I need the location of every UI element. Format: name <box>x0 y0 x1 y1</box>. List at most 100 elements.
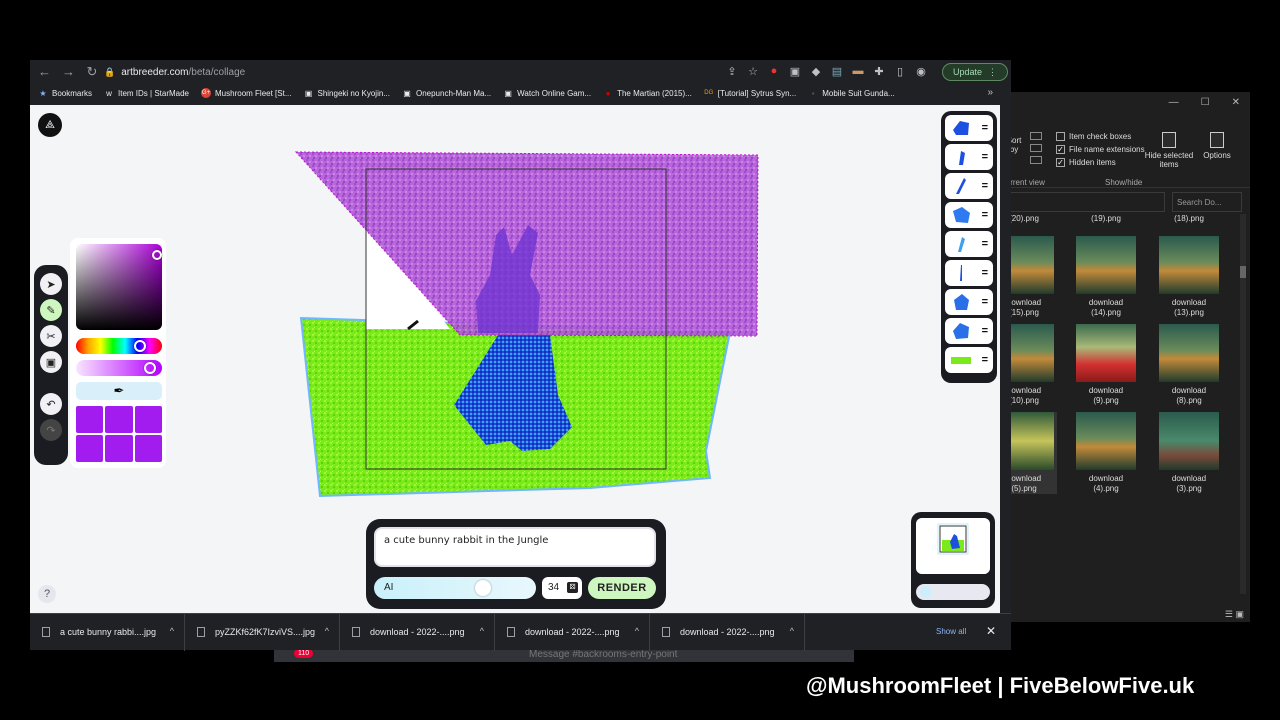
chevron-up-icon[interactable]: ^ <box>790 626 794 636</box>
chevron-up-icon[interactable]: ^ <box>170 626 174 636</box>
extensions-puzzle-icon[interactable]: ✚ <box>873 65 885 78</box>
group-by-icon[interactable] <box>1030 132 1042 140</box>
hue-slider[interactable] <box>76 338 162 354</box>
layer-item[interactable]: = <box>945 173 993 199</box>
maximize-button[interactable]: ☐ <box>1201 97 1210 108</box>
chevron-up-icon[interactable]: ^ <box>325 626 329 636</box>
scrollbar-thumb[interactable] <box>1240 266 1246 278</box>
more-bookmarks-icon[interactable]: » <box>987 87 993 98</box>
layer-item[interactable]: = <box>945 202 993 228</box>
drag-handle-icon[interactable]: = <box>982 122 988 134</box>
prompt-input[interactable]: a cute bunny rabbit in the Jungle <box>374 527 656 567</box>
layer-item[interactable]: = <box>945 347 993 373</box>
extension-icon[interactable]: ▣ <box>789 65 801 78</box>
layer-item[interactable]: = <box>945 318 993 344</box>
profile-icon[interactable]: ◉ <box>915 65 927 78</box>
minimize-button[interactable]: — <box>1169 97 1179 108</box>
image-upload-icon[interactable]: ▣ <box>40 351 62 373</box>
explorer-scrollbar[interactable] <box>1240 214 1246 594</box>
layer-item[interactable]: = <box>945 144 993 170</box>
bookmark-item[interactable]: ★ Bookmarks <box>38 88 92 98</box>
bookmark-item[interactable]: ▣ Shingeki no Kyojin... <box>303 88 390 98</box>
bookmark-item[interactable]: DG [Tutorial] Sytrus Syn... <box>704 88 796 98</box>
forward-arrow-icon[interactable]: → <box>62 64 75 80</box>
layer-item[interactable]: = <box>945 260 993 286</box>
drag-handle-icon[interactable]: = <box>982 209 988 221</box>
close-icon[interactable]: ✕ <box>986 624 996 638</box>
artbreeder-logo[interactable]: ⟁ <box>38 113 62 137</box>
extension-icon[interactable]: ▤ <box>831 65 843 78</box>
hidden-items-toggle[interactable]: ✓ Hidden items <box>1056 158 1145 167</box>
close-button[interactable]: ✕ <box>1232 97 1240 108</box>
view-toggle[interactable]: ☰ ▣ <box>1225 609 1244 620</box>
item-check-boxes-toggle[interactable]: Item check boxes <box>1056 132 1145 141</box>
bookmark-star-icon[interactable]: ☆ <box>747 65 759 78</box>
share-icon[interactable]: ⇪ <box>726 65 738 78</box>
color-swatch[interactable] <box>105 406 133 433</box>
bookmark-item[interactable]: G+ Mushroom Fleet [St... <box>201 88 291 98</box>
preview-slider-knob[interactable] <box>920 586 932 598</box>
drag-handle-icon[interactable]: = <box>982 238 988 250</box>
side-panel-icon[interactable]: ▯ <box>894 65 906 78</box>
chevron-up-icon[interactable]: ^ <box>635 626 639 636</box>
show-all-downloads-link[interactable]: Show all <box>936 627 966 636</box>
bookmark-item[interactable]: ● The Martian (2015)... <box>603 88 692 98</box>
render-button[interactable]: RENDER <box>588 577 656 599</box>
color-swatch[interactable] <box>134 435 162 462</box>
saturation-value-picker[interactable] <box>76 244 162 330</box>
layer-item[interactable]: = <box>945 289 993 315</box>
sv-picker-knob[interactable] <box>152 250 162 260</box>
hue-slider-knob[interactable] <box>134 340 146 352</box>
layer-item[interactable]: = <box>945 115 993 141</box>
address-bar[interactable] <box>1000 192 1165 212</box>
large-icons-view-icon[interactable]: ▣ <box>1235 609 1244 619</box>
select-arrow-icon[interactable]: ➤ <box>40 273 62 295</box>
ai-strength-slider[interactable]: AI <box>374 577 536 599</box>
color-swatch[interactable] <box>76 406 104 433</box>
color-swatch[interactable] <box>76 435 104 462</box>
seed-input[interactable]: 34 ⚄ <box>542 577 582 599</box>
bookmark-item[interactable]: ▣ Watch Online Gam... <box>503 88 591 98</box>
drag-handle-icon[interactable]: = <box>982 296 988 308</box>
file-item[interactable]: download (4).png <box>1073 412 1139 494</box>
ai-slider-knob[interactable] <box>475 580 491 596</box>
extension-icon[interactable]: ▬ <box>852 65 864 77</box>
lock-icon[interactable]: 🔒 <box>104 67 115 78</box>
layer-item[interactable]: = <box>945 231 993 257</box>
drag-handle-icon[interactable]: = <box>982 354 988 366</box>
file-item[interactable]: download (8).png <box>1156 324 1222 406</box>
scissors-icon[interactable]: ✂ <box>40 325 62 347</box>
color-swatch[interactable] <box>105 435 133 462</box>
download-item[interactable]: a cute bunny rabbi....jpg ^ <box>30 613 185 651</box>
bookmark-item[interactable]: w Item IDs | StarMade <box>104 88 189 98</box>
details-view-icon[interactable]: ☰ <box>1225 609 1233 619</box>
dice-icon[interactable]: ⚄ <box>567 582 578 593</box>
drag-handle-icon[interactable]: = <box>982 180 988 192</box>
chevron-up-icon[interactable]: ^ <box>480 626 484 636</box>
ublock-extension-icon[interactable]: ● <box>768 65 780 77</box>
download-item[interactable]: download - 2022-....png ^ <box>650 613 805 651</box>
render-preview-image[interactable] <box>916 518 990 574</box>
file-name-extensions-toggle[interactable]: ✓ File name extensions <box>1056 145 1145 154</box>
drag-handle-icon[interactable]: = <box>982 151 988 163</box>
drag-handle-icon[interactable]: = <box>982 325 988 337</box>
file-item[interactable]: download (14).png <box>1073 236 1139 318</box>
size-columns-icon[interactable] <box>1030 156 1042 164</box>
undo-icon[interactable]: ↶ <box>40 393 62 415</box>
file-item[interactable]: download (13).png <box>1156 236 1222 318</box>
bookmark-item[interactable]: ▣ Onepunch-Man Ma... <box>402 88 491 98</box>
add-columns-icon[interactable] <box>1030 144 1042 152</box>
address-bar[interactable]: 🔒 artbreeder.com/beta/collage <box>104 62 702 82</box>
file-label[interactable]: (19).png <box>1073 214 1139 223</box>
eyedropper-icon[interactable]: ✒ <box>76 382 162 400</box>
opacity-slider[interactable] <box>76 360 162 376</box>
hide-selected-items-button[interactable]: Hide selected items <box>1144 132 1194 169</box>
update-button[interactable]: Update ⋮ <box>942 63 1009 81</box>
bookmark-item[interactable]: ▪ Mobile Suit Gunda... <box>808 88 895 98</box>
brush-tool-icon[interactable]: ✎ <box>40 299 62 321</box>
reload-icon[interactable]: ↻ <box>86 64 98 80</box>
redo-icon[interactable]: ↷ <box>40 419 62 441</box>
extension-icon[interactable]: ◆ <box>810 65 822 78</box>
drag-handle-icon[interactable]: = <box>982 267 988 279</box>
search-box[interactable]: Search Do... <box>1172 192 1242 212</box>
